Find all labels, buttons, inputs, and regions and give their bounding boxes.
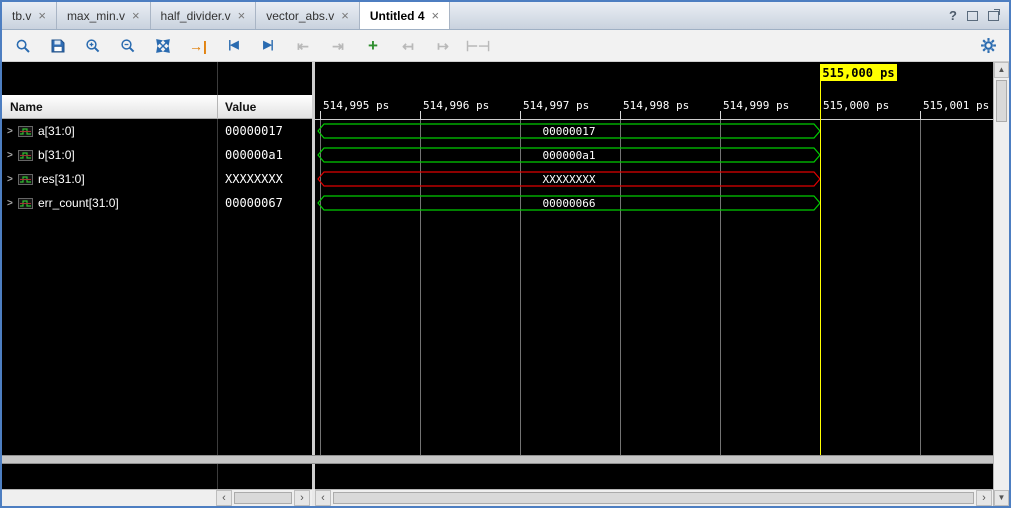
- signal-table-header: Name Value: [2, 95, 312, 119]
- editor-tab-bar: tb.v × max_min.v × half_divider.v × vect…: [2, 2, 1009, 30]
- tab-close-icon[interactable]: ×: [238, 9, 246, 22]
- signal-value: 000000a1: [225, 148, 283, 162]
- float-window-icon[interactable]: [988, 11, 999, 21]
- hscroll-thumb[interactable]: [333, 492, 974, 504]
- tab-tb-v[interactable]: tb.v ×: [2, 2, 57, 29]
- bus-signal-icon: [18, 174, 33, 185]
- scroll-down-icon[interactable]: ▼: [994, 490, 1009, 506]
- previous-transition-icon[interactable]: |◀: [222, 35, 244, 57]
- waveform-window: tb.v × max_min.v × half_divider.v × vect…: [0, 0, 1011, 508]
- signal-row-err-count[interactable]: > err_count[31:0] 00000067: [2, 191, 312, 215]
- bus-value-label: 000000a1: [543, 149, 596, 162]
- cursor-time-label: 515,000 ps: [822, 66, 894, 80]
- add-marker-icon[interactable]: +: [362, 35, 384, 57]
- time-tick-label: 515,001 ps: [923, 99, 989, 112]
- next-transition-icon[interactable]: ▶|: [257, 35, 279, 57]
- time-tick-label: 514,997 ps: [523, 99, 589, 112]
- tab-close-icon[interactable]: ×: [38, 9, 46, 22]
- scroll-right-icon[interactable]: ›: [976, 490, 992, 506]
- vscroll-thumb[interactable]: [996, 80, 1007, 122]
- time-tick-label: 514,998 ps: [623, 99, 689, 112]
- signal-name: err_count[31:0]: [38, 196, 119, 210]
- wave-toolbar: →| |◀ ▶| ⇤ ⇥ + ↤ ↦ ⊢⊣: [2, 30, 1009, 62]
- zoom-out-icon[interactable]: [117, 35, 139, 57]
- tab-label: max_min.v: [67, 9, 125, 23]
- expand-chevron-icon[interactable]: >: [7, 150, 18, 161]
- expand-chevron-icon[interactable]: >: [7, 126, 18, 137]
- expand-chevron-icon[interactable]: >: [7, 174, 18, 185]
- bus-value-label: 00000017: [543, 125, 596, 138]
- save-icon[interactable]: [47, 35, 69, 57]
- bus-signal-icon: [18, 198, 33, 209]
- wave-window-body: Name Value > a[31:0] 00000017 >: [2, 62, 1009, 506]
- tab-label: Untitled 4: [370, 9, 425, 23]
- tab-label: tb.v: [12, 9, 31, 23]
- help-icon[interactable]: ?: [949, 8, 957, 23]
- search-icon[interactable]: [12, 35, 34, 57]
- tab-close-icon[interactable]: ×: [432, 9, 440, 22]
- scroll-left-icon[interactable]: ‹: [315, 490, 331, 506]
- time-tick-label: 515,000 ps: [823, 99, 889, 112]
- time-tick-label: 514,996 ps: [423, 99, 489, 112]
- tab-label: vector_abs.v: [266, 9, 334, 23]
- tab-close-icon[interactable]: ×: [341, 9, 349, 22]
- horizontal-sash[interactable]: [2, 455, 993, 464]
- bus-value-label: XXXXXXXX: [543, 173, 596, 186]
- tab-untitled-4[interactable]: Untitled 4 ×: [360, 2, 450, 29]
- signal-value: XXXXXXXX: [225, 172, 283, 186]
- waveform-canvas[interactable]: 514,995 ps 514,996 ps 514,997 ps 514,998…: [315, 62, 993, 489]
- signal-name: res[31:0]: [38, 172, 85, 186]
- settings-gear-icon[interactable]: [977, 35, 999, 57]
- bus-value-label: 00000066: [543, 197, 596, 210]
- tab-close-icon[interactable]: ×: [132, 9, 140, 22]
- zoom-in-icon[interactable]: [82, 35, 104, 57]
- signal-list: > a[31:0] 00000017 > b[31:0] 000000a1: [2, 119, 312, 215]
- name-column-header: Name: [10, 100, 43, 114]
- scroll-right-icon[interactable]: ›: [294, 490, 310, 506]
- signal-name: a[31:0]: [38, 124, 75, 138]
- signal-row-b[interactable]: > b[31:0] 000000a1: [2, 143, 312, 167]
- time-tick-label: 514,999 ps: [723, 99, 789, 112]
- expand-chevron-icon[interactable]: >: [7, 198, 18, 209]
- zoom-fit-icon[interactable]: [152, 35, 174, 57]
- header-column-divider[interactable]: [217, 95, 218, 119]
- scroll-left-icon[interactable]: ‹: [216, 490, 232, 506]
- bus-signal-icon: [18, 150, 33, 161]
- signal-value: 00000067: [225, 196, 283, 210]
- tab-half-divider-v[interactable]: half_divider.v ×: [151, 2, 257, 29]
- signal-name: b[31:0]: [38, 148, 75, 162]
- value-column-header: Value: [225, 100, 256, 114]
- swap-cursors-icon[interactable]: ⇤: [292, 35, 314, 57]
- next-marker-icon[interactable]: ↦: [432, 35, 454, 57]
- signal-row-a[interactable]: > a[31:0] 00000017: [2, 119, 312, 143]
- waveform-hscrollbar[interactable]: ‹ ›: [315, 489, 993, 506]
- tab-max-min-v[interactable]: max_min.v ×: [57, 2, 151, 29]
- tab-bar-controls: ?: [949, 2, 1009, 29]
- maximize-icon[interactable]: [967, 11, 978, 21]
- scroll-up-icon[interactable]: ▲: [994, 62, 1009, 78]
- time-tick-label: 514,995 ps: [323, 99, 389, 112]
- hscroll-thumb[interactable]: [234, 492, 292, 504]
- tab-label: half_divider.v: [161, 9, 231, 23]
- waveform-vscrollbar[interactable]: ▲ ▼: [993, 62, 1009, 506]
- waveform-background: [315, 62, 993, 489]
- zoom-to-cursor-icon[interactable]: →|: [187, 35, 209, 57]
- tab-vector-abs-v[interactable]: vector_abs.v ×: [256, 2, 360, 29]
- previous-marker-icon[interactable]: ↤: [397, 35, 419, 57]
- bus-signal-icon: [18, 126, 33, 137]
- signal-row-res[interactable]: > res[31:0] XXXXXXXX: [2, 167, 312, 191]
- name-panel-hscrollbar[interactable]: ‹ ›: [2, 489, 312, 506]
- signal-value: 00000017: [225, 124, 283, 138]
- snap-to-transition-icon[interactable]: ⇥: [327, 35, 349, 57]
- floating-ruler-icon[interactable]: ⊢⊣: [467, 35, 489, 57]
